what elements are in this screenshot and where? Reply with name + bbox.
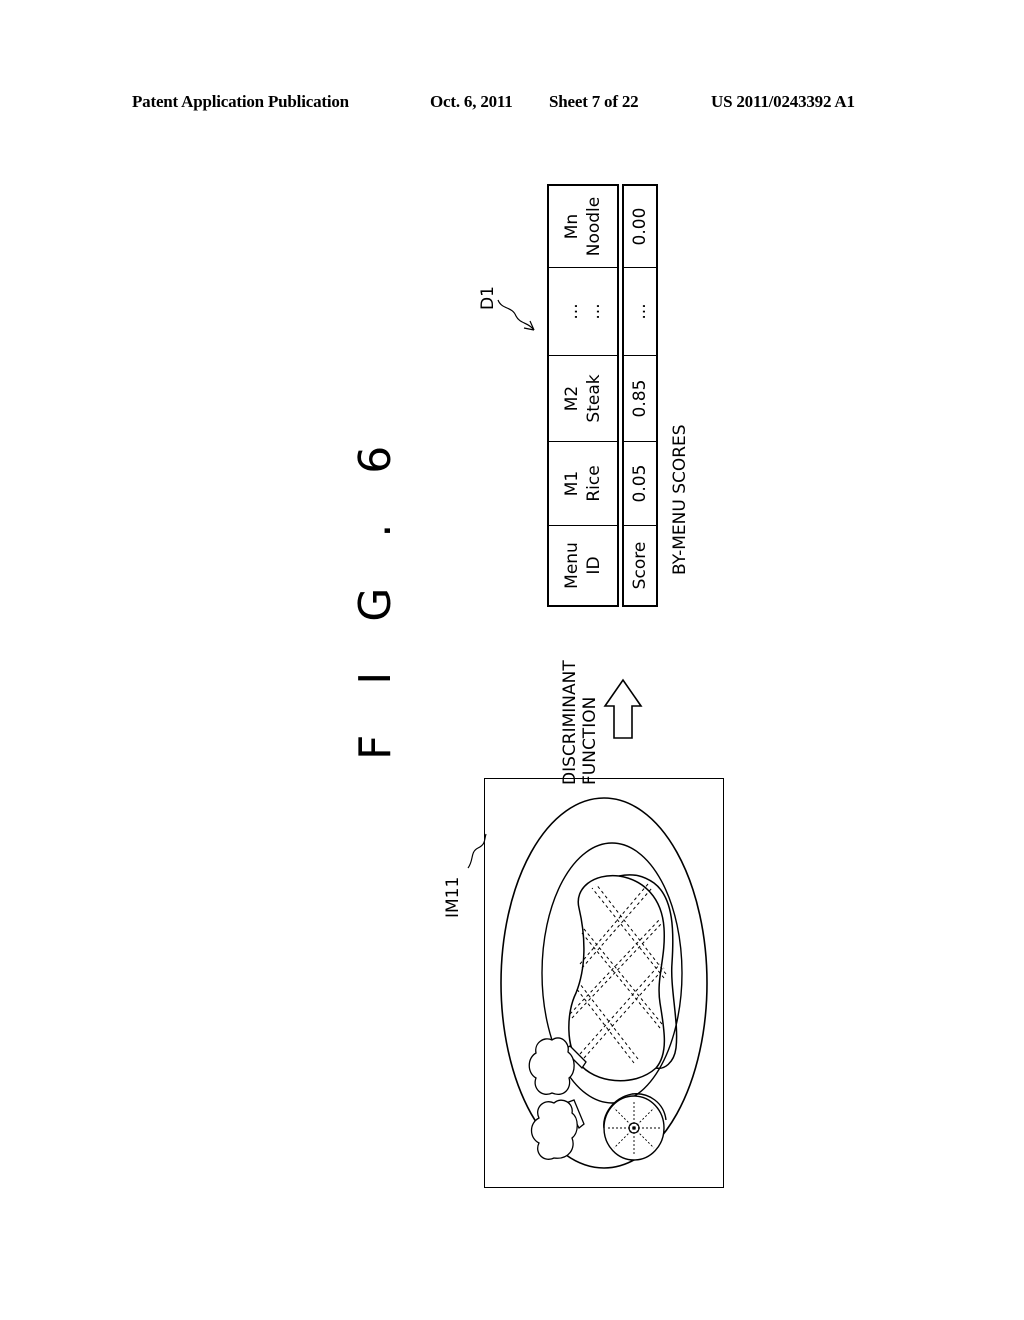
- table-cell: Mn Noodle: [562, 196, 604, 257]
- broccoli-icon: [528, 1037, 587, 1160]
- food-illustration: [500, 797, 708, 1169]
- orange-slice-icon: [603, 1093, 667, 1161]
- score-row: Score 0.05 0.85 ... 0.00: [622, 184, 658, 607]
- discriminant-label-line1: DISCRIMINANT: [560, 660, 580, 785]
- image-label: IM11: [443, 876, 463, 918]
- discriminant-function-label: DISCRIMINANT FUNCTION: [560, 660, 600, 785]
- table-cell: 0.05: [624, 441, 656, 525]
- right-arrow-icon: [603, 678, 643, 739]
- steak-icon: [568, 874, 678, 1082]
- table-cell: M2 Steak: [549, 355, 617, 441]
- table-cell: Score: [624, 525, 656, 605]
- discriminant-label-line2: FUNCTION: [580, 696, 600, 785]
- menu-id-row: Menu ID M1 Rice M2 Steak ...... Mn Noodle: [547, 184, 619, 607]
- table-cell: ...: [624, 267, 656, 355]
- figure-title: F I G . 6: [350, 427, 401, 760]
- table-reference-arrow: [497, 299, 535, 331]
- table-cell: 0.85: [624, 355, 656, 441]
- table-caption: BY-MENU SCORES: [670, 424, 690, 575]
- table-cell: 0.00: [630, 207, 650, 246]
- table-cell: ......: [549, 267, 617, 355]
- table-cell: M1 Rice: [549, 441, 617, 525]
- figure-6: F I G . 6 IM11 DISCRIMINANT FUNCTION D1 …: [0, 0, 1024, 1320]
- table-cell: Menu ID: [549, 525, 617, 605]
